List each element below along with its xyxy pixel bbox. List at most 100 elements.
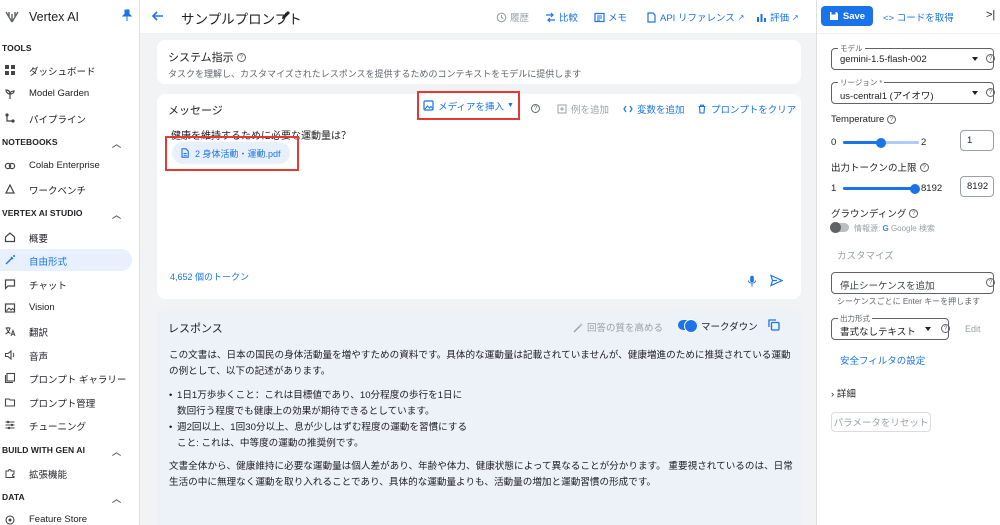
customize-button[interactable]: カスタマイズ: [837, 248, 894, 262]
stop-sequence-hint: シーケンスごとに Enter キーを押します: [837, 297, 981, 306]
sidebar-item-tuning[interactable]: チューニング: [0, 414, 132, 436]
dropdown-arrow-icon: ▼: [506, 102, 514, 109]
edit-pencil-icon[interactable]: [281, 10, 291, 20]
safety-filter-settings-link[interactable]: 安全フィルタの設定: [840, 353, 925, 367]
rating-link[interactable]: 評価 ↗: [756, 10, 799, 24]
sidebar: Vertex AI TOOLS ダッシュボード Model Garden パイプ…: [0, 0, 140, 525]
sidebar-item-translate[interactable]: 翻訳: [0, 320, 132, 342]
collapse-panel-icon[interactable]: >|: [986, 9, 995, 21]
sidebar-item-dashboard[interactable]: ダッシュボード: [0, 59, 132, 81]
system-instructions-card[interactable]: システム指示 ? タスクを理解し、カスタマイズされたレスポンスを提供するためのコ…: [157, 40, 801, 84]
sidebar-item-vision[interactable]: Vision: [0, 297, 132, 319]
puzzle-icon: [5, 469, 15, 478]
temperature-slider-thumb[interactable]: [876, 137, 886, 148]
help-icon[interactable]: ?: [531, 104, 540, 113]
model-select-value: gemini-1.5-flash-002: [840, 54, 927, 65]
sidebar-item-extensions[interactable]: 拡張機能: [0, 462, 132, 484]
system-instructions-title: システム指示 ?: [168, 49, 246, 65]
sidebar-item-pipelines[interactable]: パイプライン: [0, 107, 132, 129]
sidebar-item-workbench[interactable]: ワークベンチ: [0, 178, 132, 200]
sidebar-item-prompt-management[interactable]: プロンプト管理: [0, 391, 132, 413]
response-bullet-2-line-2: こと: これは、中等度の運動の推奨例です。: [177, 438, 364, 449]
token-limit-slider-thumb[interactable]: [910, 183, 920, 194]
sidebar-item-label: 音声: [29, 352, 49, 363]
add-variable-button[interactable]: 変数を追加: [623, 102, 685, 116]
message-title: メッセージ: [168, 105, 223, 117]
colab-icon: [4, 162, 16, 170]
help-icon[interactable]: ?: [941, 324, 950, 333]
pin-icon[interactable]: [122, 9, 132, 21]
response-paragraph-1-line-2: の例として、以下の記述があります。: [169, 366, 331, 377]
sidebar-item-freeform[interactable]: 自由形式: [0, 249, 132, 271]
sidebar-item-model-garden[interactable]: Model Garden: [0, 83, 132, 105]
get-code-button[interactable]: <> コードを取得: [883, 10, 954, 24]
home-icon: [4, 232, 16, 243]
edit-format-button[interactable]: Edit: [965, 324, 981, 334]
arrow-back-icon[interactable]: [151, 9, 165, 23]
sidebar-item-overview[interactable]: 概要: [0, 226, 132, 248]
help-icon[interactable]: ?: [986, 54, 995, 63]
attached-file-chip[interactable]: 2 身体活動・運動.pdf: [172, 142, 290, 164]
help-icon[interactable]: ?: [986, 278, 995, 287]
tune-icon: [5, 420, 15, 430]
improve-response-button[interactable]: 回答の質を高める: [573, 320, 663, 334]
help-icon[interactable]: ?: [236, 52, 246, 62]
help-icon[interactable]: ?: [986, 88, 995, 97]
temperature-label: Temperature?: [831, 114, 897, 125]
model-select[interactable]: モデル gemini-1.5-flash-002 ?: [831, 43, 995, 70]
region-select-value: us-central1 (アイオワ): [840, 91, 934, 102]
add-example-button[interactable]: 例を追加: [557, 102, 609, 116]
help-icon[interactable]: ?: [909, 208, 919, 218]
sidebar-item-chat[interactable]: チャット: [0, 273, 132, 295]
history-button[interactable]: 履歴: [496, 10, 529, 24]
copy-icon[interactable]: [768, 319, 780, 331]
output-format-select[interactable]: 出力形式 書式なしテキスト ?: [831, 313, 950, 340]
compare-button[interactable]: 比較: [545, 10, 578, 24]
sidebar-item-colab[interactable]: Colab Enterprise: [0, 155, 132, 177]
magic-wand-icon: [573, 322, 583, 332]
markdown-toggle[interactable]: [678, 319, 698, 333]
response-title: レスポンス: [168, 323, 223, 335]
sidebar-item-label: Feature Store: [29, 514, 88, 525]
dropdown-arrow-icon: [972, 91, 978, 95]
google-icon: G: [882, 224, 889, 233]
details-expander[interactable]: › 詳細: [831, 386, 856, 400]
section-vertex-studio[interactable]: VERTEX AI STUDIO ︿: [2, 208, 121, 220]
section-notebooks[interactable]: NOTEBOOKS ︿: [2, 137, 121, 149]
temperature-input[interactable]: 1: [960, 130, 994, 151]
sidebar-item-label: プロンプト ギャラリー: [29, 375, 127, 386]
help-icon[interactable]: ?: [919, 162, 929, 172]
output-format-label: 出力形式: [838, 313, 872, 324]
sprout-icon: [5, 89, 15, 99]
token-count: 4,652 個のトークン: [170, 272, 250, 282]
sidebar-item-label: チャット: [29, 281, 67, 292]
region-select[interactable]: リージョン * us-central1 (アイオワ) ?: [831, 77, 995, 104]
api-reference-link[interactable]: API リファレンス ↗: [646, 10, 744, 24]
clear-prompt-button[interactable]: プロンプトをクリア: [697, 102, 796, 116]
insert-media-button[interactable]: メディアを挿入 ▼: [417, 91, 520, 120]
image-add-icon: [423, 100, 434, 111]
feature-store-icon: [5, 515, 15, 525]
stop-sequence-input[interactable]: 停止シーケンスを追加 ?: [831, 272, 995, 294]
memo-button[interactable]: メモ: [594, 10, 627, 24]
speaker-icon: [4, 349, 15, 361]
save-button[interactable]: Save: [821, 6, 873, 26]
chevron-up-icon: ︿: [112, 139, 122, 149]
reset-parameters-button[interactable]: パラメータをリセット: [831, 412, 931, 432]
folder-icon: [4, 398, 16, 407]
section-build-gen-ai[interactable]: BUILD WITH GEN AI ︿: [2, 445, 121, 457]
image-icon: [4, 303, 16, 313]
response-bullet-2-line-1: 週2回以上、1回30分以上、息が少しはずむ程度の運動を習慣にする: [169, 420, 467, 436]
grounding-toggle[interactable]: [830, 222, 849, 233]
sidebar-item-prompt-gallery[interactable]: プロンプト ギャラリー: [0, 367, 132, 389]
token-limit-input[interactable]: 8192: [960, 176, 994, 197]
send-icon[interactable]: [770, 274, 783, 287]
sidebar-item-label: ダッシュボード: [29, 67, 96, 78]
dropdown-arrow-icon: [972, 57, 978, 61]
help-icon[interactable]: ?: [887, 115, 897, 124]
sidebar-item-feature-store[interactable]: Feature Store: [0, 509, 132, 525]
vertex-logo-icon: [5, 11, 19, 23]
sidebar-item-audio[interactable]: 音声: [0, 344, 132, 366]
section-data[interactable]: DATA ︿: [2, 492, 121, 504]
microphone-icon[interactable]: [747, 275, 757, 287]
